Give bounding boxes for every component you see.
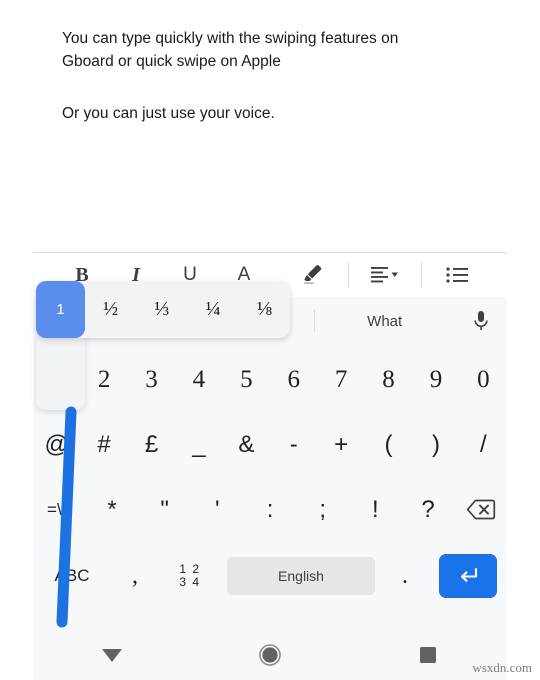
key-abc-switch[interactable]: ABC bbox=[33, 545, 111, 607]
key-colon[interactable]: : bbox=[244, 479, 297, 541]
key-space[interactable]: English bbox=[221, 545, 381, 607]
key-enter[interactable] bbox=[429, 545, 507, 607]
microphone-icon[interactable] bbox=[455, 309, 507, 333]
keyboard-row-bottom: ABC , 1 2 3 4 English . bbox=[33, 545, 507, 607]
key-6[interactable]: 6 bbox=[270, 349, 317, 411]
popup-option-quarter[interactable]: ¼ bbox=[188, 298, 239, 321]
key-open-paren[interactable]: ( bbox=[365, 414, 412, 476]
key-4[interactable]: 4 bbox=[175, 349, 222, 411]
key-0[interactable]: 0 bbox=[460, 349, 507, 411]
key-hyphen[interactable]: - bbox=[270, 414, 317, 476]
key-exclamation[interactable]: ! bbox=[349, 479, 402, 541]
popup-option-half[interactable]: ½ bbox=[85, 298, 136, 321]
document-paragraph-1: You can type quickly with the swiping fe… bbox=[62, 30, 399, 70]
key-underscore[interactable]: _ bbox=[175, 414, 222, 476]
key-question[interactable]: ? bbox=[402, 479, 455, 541]
key-period[interactable]: . bbox=[381, 545, 429, 607]
site-watermark: wsxdn.com bbox=[472, 660, 532, 675]
toolbar-divider-1 bbox=[348, 262, 349, 288]
key-close-paren[interactable]: ) bbox=[412, 414, 459, 476]
key-semicolon[interactable]: ; bbox=[296, 479, 349, 541]
key-7[interactable]: 7 bbox=[317, 349, 364, 411]
key-9[interactable]: 9 bbox=[412, 349, 459, 411]
key-ampersand[interactable]: & bbox=[223, 414, 270, 476]
highlighter-pen-icon[interactable] bbox=[285, 253, 339, 297]
key-8[interactable]: 8 bbox=[365, 349, 412, 411]
key-5[interactable]: 5 bbox=[223, 349, 270, 411]
popup-selected-key[interactable]: 1 bbox=[36, 281, 85, 338]
suggestion-3[interactable]: What bbox=[314, 310, 455, 332]
toolbar-divider-2 bbox=[421, 262, 422, 288]
key-pound[interactable]: £ bbox=[128, 414, 175, 476]
bulleted-list-icon[interactable] bbox=[431, 253, 485, 297]
document-text-area[interactable]: You can type quickly with the swiping fe… bbox=[0, 0, 540, 252]
circle-home-icon[interactable] bbox=[240, 635, 300, 675]
square-recents-icon[interactable] bbox=[398, 635, 458, 675]
document-paragraph-2: Or you can just use your voice. bbox=[62, 105, 275, 122]
key-2[interactable]: 2 bbox=[80, 349, 127, 411]
key-double-quote[interactable]: " bbox=[138, 479, 191, 541]
keyboard-row-symbols-2: =\< * " ' : ; ! ? bbox=[33, 477, 507, 542]
popup-option-eighth[interactable]: ⅛ bbox=[239, 298, 290, 321]
down-triangle-back-icon[interactable] bbox=[82, 635, 142, 675]
key-symbol-switch[interactable]: =\< bbox=[33, 479, 86, 541]
popup-option-third[interactable]: ⅓ bbox=[136, 298, 187, 321]
android-navigation-bar bbox=[33, 630, 507, 680]
numeric-pad-bottom-label: 3 4 bbox=[179, 575, 201, 589]
key-plus[interactable]: + bbox=[317, 414, 364, 476]
backspace-icon[interactable] bbox=[454, 479, 507, 541]
key-numeric-pad[interactable]: 1 2 3 4 bbox=[159, 545, 221, 607]
space-key-label: English bbox=[227, 557, 375, 595]
key-hash[interactable]: # bbox=[80, 414, 127, 476]
keyboard-row-symbols-1: @ # £ _ & - + ( ) / bbox=[33, 412, 507, 477]
keyboard-row-digits: 1 2 3 4 5 6 7 8 9 0 bbox=[33, 347, 507, 412]
key-apostrophe[interactable]: ' bbox=[191, 479, 244, 541]
chevron-down-icon bbox=[391, 272, 398, 277]
key-asterisk[interactable]: * bbox=[86, 479, 139, 541]
on-screen-keyboard: What 1 2 3 4 5 6 7 8 9 0 @ # £ _ & - + (… bbox=[33, 297, 507, 680]
key-3[interactable]: 3 bbox=[128, 349, 175, 411]
key-comma[interactable]: , bbox=[111, 545, 159, 607]
key-slash[interactable]: / bbox=[460, 414, 507, 476]
enter-key-icon bbox=[439, 554, 497, 598]
keypress-popup-stem bbox=[36, 336, 85, 410]
align-left-icon[interactable] bbox=[358, 253, 412, 297]
key-at[interactable]: @ bbox=[33, 414, 80, 476]
keypress-alternatives-popup[interactable]: 1 ½ ⅓ ¼ ⅛ bbox=[36, 281, 290, 338]
